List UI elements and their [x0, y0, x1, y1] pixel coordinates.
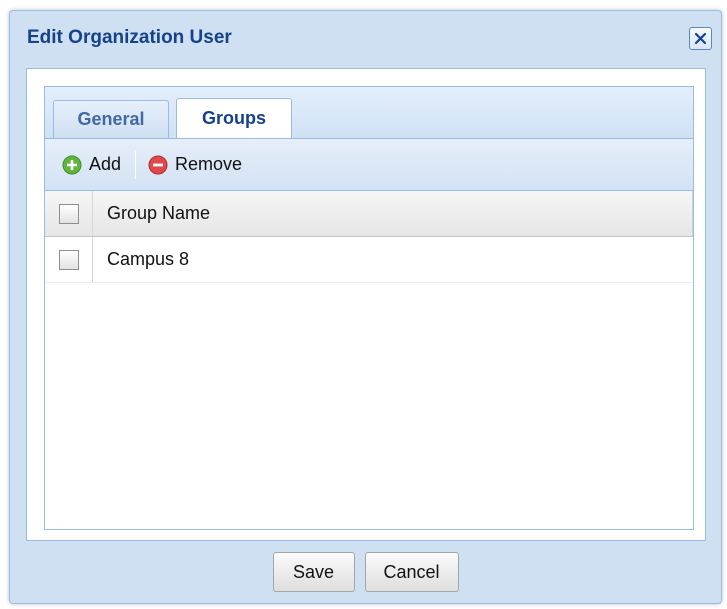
cancel-button[interactable]: Cancel	[364, 552, 459, 592]
dialog-footer: Save Cancel	[10, 547, 721, 597]
add-button[interactable]: Add	[58, 149, 125, 181]
tab-groups[interactable]: Groups	[176, 98, 292, 138]
save-button[interactable]: Save	[272, 552, 355, 592]
remove-button-label: Remove	[175, 154, 243, 174]
row-checkbox[interactable]	[58, 249, 79, 270]
remove-button[interactable]: Remove	[144, 149, 246, 181]
toolbar-separator	[135, 150, 137, 179]
group-name-cell: Campus 8	[107, 249, 190, 269]
dialog-title: Edit Organization User	[27, 27, 232, 48]
tab-bar: General Groups	[44, 86, 694, 138]
tab-general[interactable]: General	[53, 100, 169, 138]
remove-icon	[148, 155, 168, 174]
dialog-body: General Groups Add Remove Group Name Cam…	[26, 68, 706, 541]
add-button-label: Add	[89, 154, 122, 174]
groups-panel: Add Remove Group Name Campus 8	[44, 138, 694, 530]
row-check-cell	[45, 237, 93, 282]
groups-toolbar: Add Remove	[45, 139, 693, 191]
table-row[interactable]: Campus 8	[45, 237, 693, 283]
dialog-header[interactable]: Edit Organization User	[10, 11, 721, 65]
select-all-cell	[45, 191, 93, 236]
column-header-group-name[interactable]: Group Name	[93, 191, 693, 236]
grid-header: Group Name	[45, 191, 693, 237]
edit-organization-user-dialog: Edit Organization User General Groups Ad…	[9, 10, 722, 604]
select-all-checkbox[interactable]	[58, 203, 79, 224]
close-icon	[694, 32, 707, 45]
add-icon	[62, 155, 82, 174]
close-button[interactable]	[689, 27, 712, 50]
